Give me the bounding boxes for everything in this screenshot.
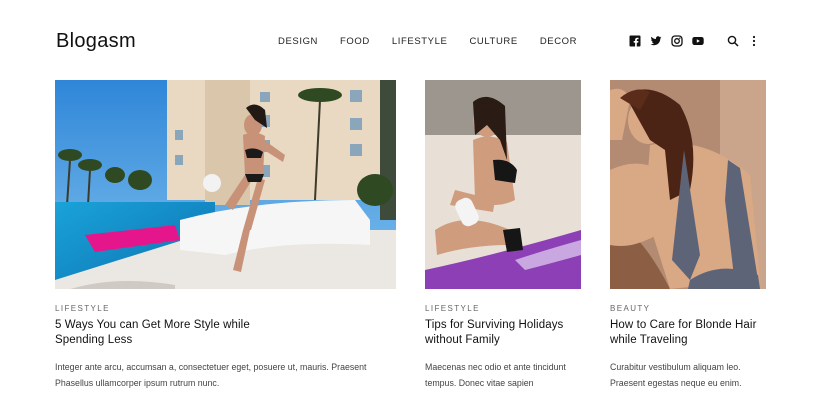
site-logo[interactable]: Blogasm [56,30,136,53]
nav-item-design[interactable]: DESIGN [278,36,318,47]
nav-item-culture[interactable]: CULTURE [469,36,517,47]
post-category[interactable]: LIFESTYLE [425,304,581,313]
post-excerpt: Curabitur vestibulum aliquam leo. Praese… [610,362,742,388]
twitter-icon[interactable] [650,35,662,47]
post-excerpt: Integer ante arcu, accumsan a, consectet… [55,362,367,388]
post-image-portrait[interactable] [610,80,766,289]
facebook-icon[interactable] [629,35,641,47]
nav-item-lifestyle[interactable]: LIFESTYLE [392,36,448,47]
instagram-icon[interactable] [671,35,683,47]
post-card[interactable]: LIFESTYLE 5 Ways You can Get More Style … [55,80,396,391]
post-image-beach[interactable] [425,80,581,289]
nav-item-decor[interactable]: DECOR [540,36,577,47]
more-vertical-icon[interactable] [748,35,760,47]
post-card[interactable]: BEAUTY How to Care for Blonde Hair while… [610,80,766,391]
post-category[interactable]: BEAUTY [610,304,766,313]
post-image-pool[interactable] [55,80,396,289]
post-excerpt: Maecenas nec odio et ante tincidunt temp… [425,362,566,388]
post-title[interactable]: How to Care for Blonde Hair while Travel… [610,318,766,348]
post-category[interactable]: LIFESTYLE [55,304,396,313]
youtube-icon[interactable] [692,35,704,47]
post-title[interactable]: 5 Ways You can Get More Style while Spen… [55,318,280,348]
nav-item-food[interactable]: FOOD [340,36,370,47]
main-nav: DESIGN FOOD LIFESTYLE CULTURE DECOR [278,36,599,47]
search-icon[interactable] [727,35,739,47]
post-card[interactable]: LIFESTYLE Tips for Surviving Holidays wi… [425,80,581,391]
post-title[interactable]: Tips for Surviving Holidays without Fami… [425,318,581,348]
header-icons [629,35,769,47]
